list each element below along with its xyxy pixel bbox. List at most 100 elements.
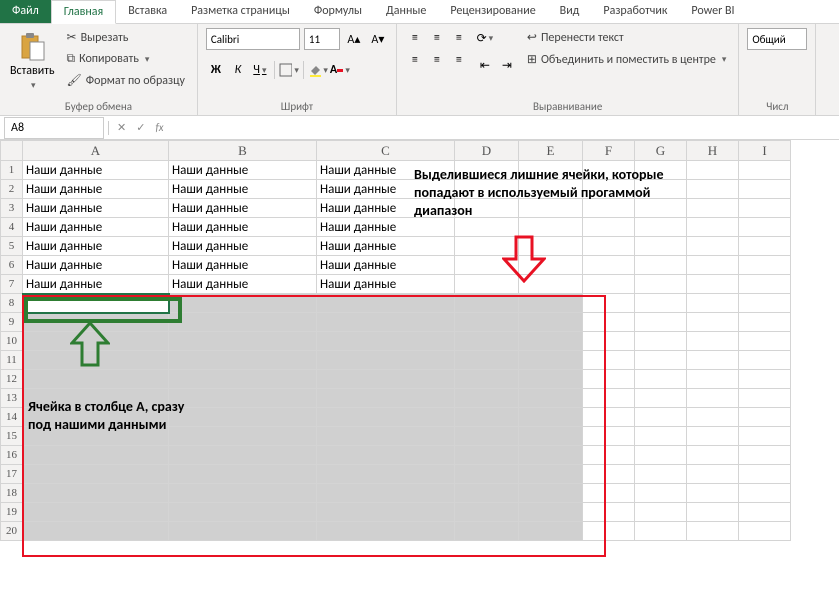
cell[interactable] xyxy=(583,503,635,522)
cell[interactable] xyxy=(519,484,583,503)
cell[interactable] xyxy=(687,218,739,237)
cell[interactable] xyxy=(519,294,583,313)
cell[interactable] xyxy=(739,408,791,427)
fx-button[interactable]: fx xyxy=(155,121,163,134)
enter-icon[interactable]: ✓ xyxy=(136,121,145,134)
cell[interactable] xyxy=(169,446,317,465)
cell[interactable] xyxy=(583,522,635,541)
column-header[interactable]: C xyxy=(317,141,455,161)
cell[interactable] xyxy=(583,408,635,427)
align-center-button[interactable]: ≡ xyxy=(427,50,447,70)
cell[interactable] xyxy=(455,427,519,446)
cell[interactable] xyxy=(23,294,169,313)
align-right-button[interactable]: ≡ xyxy=(449,50,469,70)
cell[interactable] xyxy=(635,503,687,522)
cell[interactable] xyxy=(169,503,317,522)
cell[interactable]: Наши данные xyxy=(169,218,317,237)
cell[interactable]: Наши данные xyxy=(169,161,317,180)
cell[interactable] xyxy=(519,503,583,522)
cell[interactable] xyxy=(317,370,455,389)
cell[interactable] xyxy=(635,275,687,294)
cell[interactable] xyxy=(583,465,635,484)
cell[interactable] xyxy=(23,370,169,389)
cell[interactable] xyxy=(687,484,739,503)
cell[interactable] xyxy=(583,370,635,389)
cell[interactable] xyxy=(583,294,635,313)
font-size-select[interactable] xyxy=(304,28,340,50)
row-header[interactable]: 8 xyxy=(1,294,23,313)
cell[interactable] xyxy=(455,446,519,465)
cell[interactable] xyxy=(583,275,635,294)
row-header[interactable]: 6 xyxy=(1,256,23,275)
cell[interactable] xyxy=(635,332,687,351)
cell[interactable] xyxy=(687,199,739,218)
paste-button[interactable]: Вставить ▾ xyxy=(8,28,57,93)
fill-color-button[interactable]: ▾ xyxy=(308,60,328,80)
formula-input[interactable] xyxy=(174,121,831,135)
cell[interactable] xyxy=(739,294,791,313)
cell[interactable] xyxy=(687,503,739,522)
cell[interactable] xyxy=(635,313,687,332)
column-header[interactable]: A xyxy=(23,141,169,161)
cell[interactable] xyxy=(687,332,739,351)
cell[interactable] xyxy=(169,370,317,389)
cell[interactable]: Наши данные xyxy=(23,180,169,199)
row-header[interactable]: 1 xyxy=(1,161,23,180)
cell[interactable] xyxy=(169,465,317,484)
cell[interactable] xyxy=(317,294,455,313)
cell[interactable] xyxy=(739,370,791,389)
cell[interactable] xyxy=(687,256,739,275)
tab-home[interactable]: Главная xyxy=(51,0,116,24)
cell[interactable]: Наши данные xyxy=(23,199,169,218)
cell[interactable] xyxy=(739,446,791,465)
cell[interactable] xyxy=(739,465,791,484)
cell[interactable] xyxy=(583,389,635,408)
row-header[interactable]: 19 xyxy=(1,503,23,522)
tab-review[interactable]: Рецензирование xyxy=(438,0,547,23)
cell[interactable]: Наши данные xyxy=(169,237,317,256)
row-header[interactable]: 17 xyxy=(1,465,23,484)
cell[interactable] xyxy=(687,180,739,199)
cell[interactable] xyxy=(455,465,519,484)
cell[interactable]: Наши данные xyxy=(23,275,169,294)
cell[interactable] xyxy=(687,351,739,370)
cell[interactable] xyxy=(739,332,791,351)
tab-file[interactable]: Файл xyxy=(0,0,51,23)
column-header[interactable]: G xyxy=(635,141,687,161)
tab-data[interactable]: Данные xyxy=(374,0,438,23)
cell[interactable] xyxy=(739,522,791,541)
decrease-indent-button[interactable]: ⇤ xyxy=(475,55,495,75)
cell[interactable]: Наши данные xyxy=(317,237,455,256)
cell[interactable] xyxy=(739,275,791,294)
borders-button[interactable]: ▾ xyxy=(279,60,299,80)
column-header[interactable]: I xyxy=(739,141,791,161)
cell[interactable] xyxy=(519,522,583,541)
cell[interactable] xyxy=(519,465,583,484)
orientation-button[interactable]: ⟳▾ xyxy=(475,28,495,48)
increase-font-button[interactable]: A▴ xyxy=(344,29,364,49)
cell[interactable] xyxy=(519,370,583,389)
row-header[interactable]: 13 xyxy=(1,389,23,408)
cell[interactable] xyxy=(687,275,739,294)
row-header[interactable]: 9 xyxy=(1,313,23,332)
row-header[interactable]: 18 xyxy=(1,484,23,503)
cell[interactable] xyxy=(635,427,687,446)
cell[interactable] xyxy=(317,332,455,351)
cell[interactable] xyxy=(583,351,635,370)
font-color-button[interactable]: А▾ xyxy=(330,60,350,80)
cell[interactable]: Наши данные xyxy=(317,275,455,294)
cell[interactable] xyxy=(739,256,791,275)
cell[interactable] xyxy=(635,522,687,541)
cell[interactable] xyxy=(23,503,169,522)
number-format-select[interactable] xyxy=(747,28,807,50)
cell[interactable] xyxy=(169,484,317,503)
cell[interactable] xyxy=(739,503,791,522)
cell[interactable] xyxy=(739,427,791,446)
align-top-button[interactable]: ≡ xyxy=(405,28,425,48)
cell[interactable] xyxy=(635,256,687,275)
cell[interactable] xyxy=(317,522,455,541)
cell[interactable]: Наши данные xyxy=(23,256,169,275)
tab-developer[interactable]: Разработчик xyxy=(591,0,679,23)
row-header[interactable]: 2 xyxy=(1,180,23,199)
cell[interactable] xyxy=(317,503,455,522)
